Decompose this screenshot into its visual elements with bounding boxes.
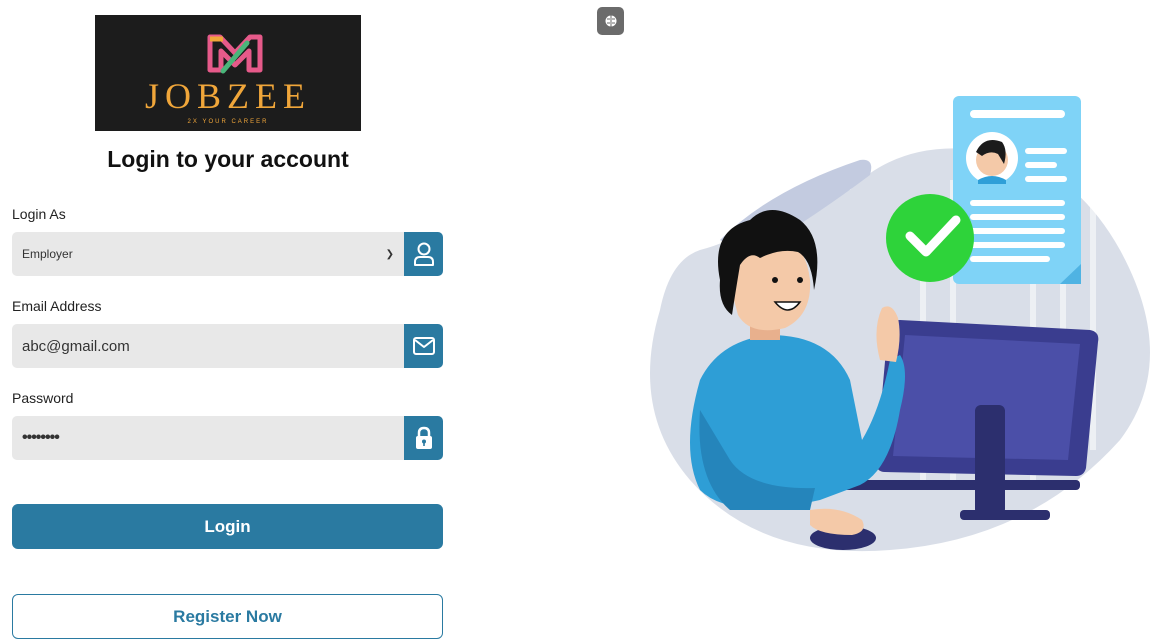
password-label: Password: [12, 390, 74, 406]
user-icon: [404, 232, 443, 276]
password-value: ••••••••: [22, 429, 60, 446]
login-as-select[interactable]: Employer ❯: [12, 232, 404, 276]
brain-icon[interactable]: [597, 7, 624, 35]
brand-logo: JOBZEE 2X YOUR CAREER: [95, 15, 361, 131]
login-as-label: Login As: [12, 206, 66, 222]
mail-icon: [404, 324, 443, 368]
password-field[interactable]: ••••••••: [12, 416, 404, 460]
register-button[interactable]: Register Now: [12, 594, 443, 639]
logo-tagline: 2X YOUR CAREER: [187, 119, 269, 125]
login-as-value: Employer: [22, 247, 73, 261]
login-button[interactable]: Login: [12, 504, 443, 549]
email-field[interactable]: abc@gmail.com: [12, 324, 404, 368]
chevron-down-icon: ❯: [385, 248, 394, 260]
email-label: Email Address: [12, 298, 102, 314]
logo-wordmark: JOBZEE: [145, 76, 311, 116]
email-value: abc@gmail.com: [22, 337, 130, 355]
lock-icon: [404, 416, 443, 460]
illustration-person-at-computer: [650, 96, 1150, 552]
page-title: Login to your account: [107, 146, 349, 172]
